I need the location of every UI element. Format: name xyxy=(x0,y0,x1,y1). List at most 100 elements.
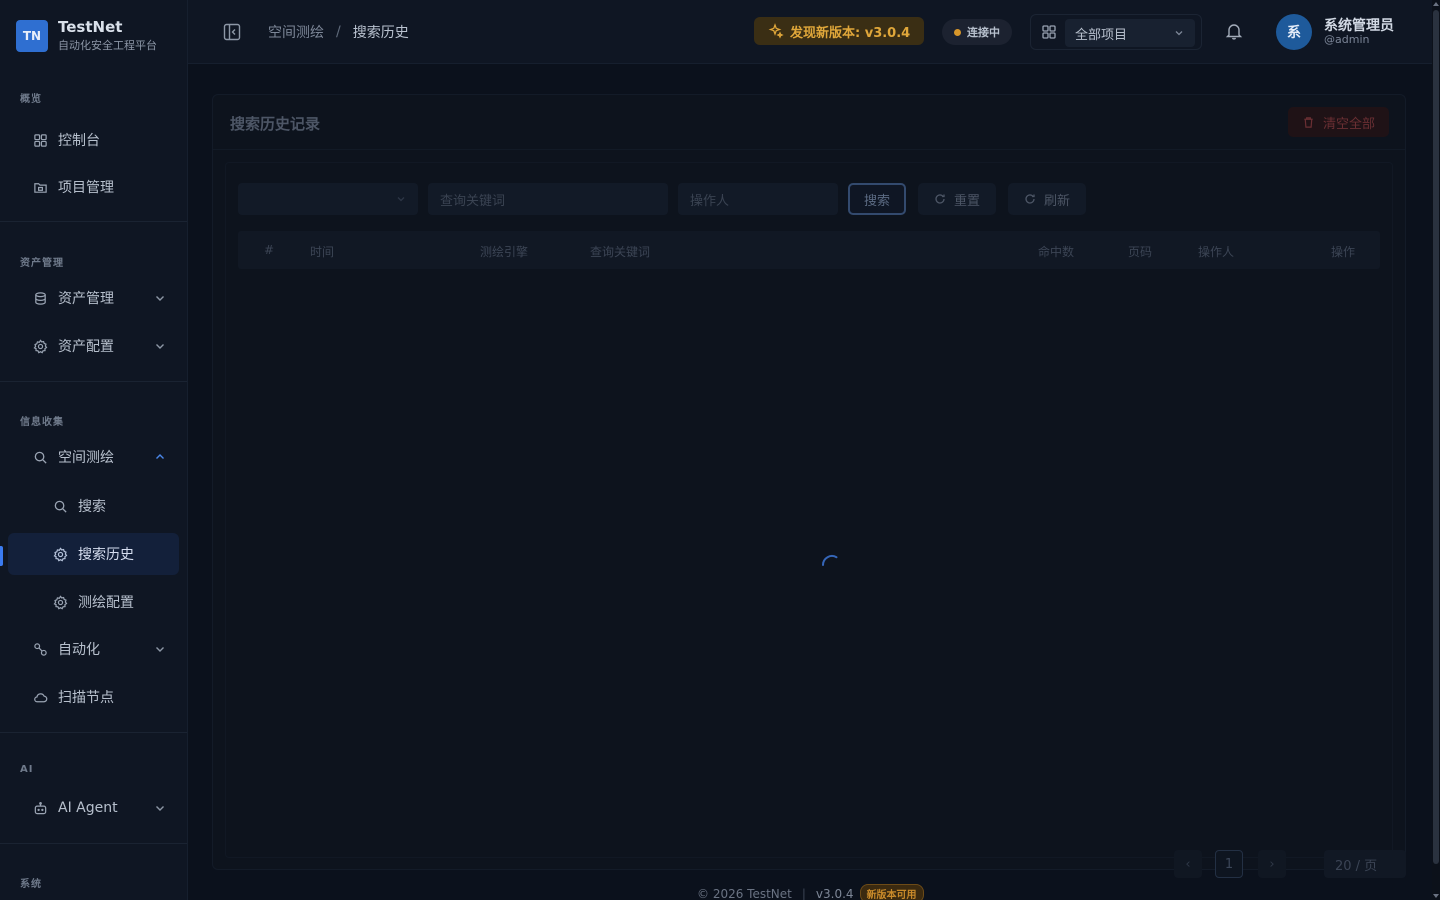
breadcrumb-separator: / xyxy=(336,24,341,40)
workflow-icon xyxy=(32,641,48,657)
column-header-actions: 操作 xyxy=(1331,245,1356,259)
new-version-badge[interactable]: 新版本可用 xyxy=(859,884,924,900)
sidebar-item-label: AI Agent xyxy=(58,800,118,816)
sidebar-item-label: 搜索历史 xyxy=(78,547,134,563)
avatar[interactable]: 系 xyxy=(1276,14,1312,50)
scrollbar-thumb[interactable] xyxy=(1433,10,1439,864)
sidebar-item-asset-config[interactable]: 资产配置 xyxy=(8,325,179,367)
breadcrumb-item-mapping[interactable]: 空间测绘 xyxy=(268,22,324,42)
scroll-down-arrow-icon[interactable] xyxy=(1433,894,1439,898)
sidebar-item-label: 资产管理 xyxy=(58,291,114,307)
version-text: v3.0.4 xyxy=(815,886,854,900)
sidebar-item-label: 项目管理 xyxy=(58,180,114,196)
sidebar-item-mapping-config[interactable]: 测绘配置 xyxy=(8,581,179,623)
column-header-operator: 操作人 xyxy=(1198,245,1235,259)
keyword-input[interactable]: 查询关键词 xyxy=(428,183,668,215)
column-header-index: # xyxy=(264,243,275,257)
refresh-icon xyxy=(935,194,945,204)
sidebar-item-dashboard[interactable]: 控制台 xyxy=(8,119,179,161)
search-button-label: 搜索 xyxy=(863,193,890,209)
sidebar-item-automation[interactable]: 自动化 xyxy=(8,628,179,670)
section-title-overview: 概览 xyxy=(20,94,42,105)
page-size-select[interactable]: 20 / 页 xyxy=(1324,850,1406,878)
refresh-button-label: 刷新 xyxy=(1043,193,1070,209)
page-size-value: 20 / 页 xyxy=(1335,858,1378,874)
breadcrumb: 空间测绘 / 搜索历史 xyxy=(268,22,409,42)
column-header-engine: 测绘引擎 xyxy=(480,245,529,259)
gear-icon xyxy=(52,546,68,562)
search-button[interactable]: 搜索 xyxy=(848,183,906,215)
main-content: 搜索历史记录 清空全部 查询关键词 操作人 搜索 重置 刷新 # 时间 测绘引擎… xyxy=(188,64,1432,900)
footer-separator: | xyxy=(801,886,806,900)
gear-icon xyxy=(52,594,68,610)
sidebar-item-label: 自动化 xyxy=(58,642,100,658)
update-available-badge[interactable]: 发现新版本: v3.0.4 xyxy=(754,17,925,45)
clear-all-button[interactable]: 清空全部 xyxy=(1287,107,1389,137)
column-header-page: 页码 xyxy=(1128,245,1153,259)
reset-button[interactable]: 重置 xyxy=(918,183,996,215)
top-header: 空间测绘 / 搜索历史 发现新版本: v3.0.4 连接中 全部项目 系 系统管… xyxy=(188,0,1432,64)
refresh-button[interactable]: 刷新 xyxy=(1008,183,1086,215)
sidebar-divider xyxy=(0,221,187,222)
sidebar-item-ai-agent[interactable]: AI Agent xyxy=(8,787,179,829)
column-header-keyword: 查询关键词 xyxy=(590,245,651,259)
user-name[interactable]: 系统管理员 xyxy=(1324,15,1394,35)
search-icon xyxy=(32,449,48,465)
page-scrollbar[interactable] xyxy=(1432,0,1440,900)
user-handle: @admin xyxy=(1324,33,1370,46)
chevron-down-icon xyxy=(156,296,164,301)
trash-icon xyxy=(1304,116,1313,128)
sidebar-item-cyberspace-mapping[interactable]: 空间测绘 xyxy=(8,436,179,478)
footer: © 2026 TestNet | v3.0.4 新版本可用 xyxy=(697,884,924,900)
sidebar-item-scan-nodes[interactable]: 扫描节点 xyxy=(8,676,179,718)
bell-icon[interactable] xyxy=(1224,21,1244,41)
folder-icon xyxy=(32,179,48,195)
connection-status-badge: 连接中 xyxy=(942,19,1012,45)
copyright-text: © 2026 TestNet xyxy=(697,886,792,900)
page-title: 搜索历史记录 xyxy=(230,115,321,133)
project-select-value: 全部项目 xyxy=(1075,27,1128,43)
chevron-down-icon xyxy=(397,197,405,202)
update-badge-label: 发现新版本: v3.0.4 xyxy=(790,25,911,41)
chevron-down-icon xyxy=(156,647,164,652)
reset-button-label: 重置 xyxy=(953,193,980,209)
sidebar-item-projects[interactable]: 项目管理 xyxy=(8,166,179,208)
pagination-prev-button[interactable]: ‹ xyxy=(1174,850,1202,878)
chevron-down-icon xyxy=(156,806,164,811)
section-title-recon: 信息收集 xyxy=(20,417,64,428)
brand-subtitle: 自动化安全工程平台 xyxy=(58,39,157,52)
cloud-icon xyxy=(32,689,48,705)
engine-filter-select[interactable] xyxy=(238,183,418,215)
column-header-time: 时间 xyxy=(310,245,335,259)
section-title-assets: 资产管理 xyxy=(20,258,64,269)
brand[interactable]: TN TestNet 自动化安全工程平台 xyxy=(16,18,157,53)
sidebar-item-label: 扫描节点 xyxy=(58,690,114,706)
table-header: # 时间 测绘引擎 查询关键词 命中数 页码 操作人 操作 xyxy=(238,231,1380,269)
pagination-page-button[interactable]: 1 xyxy=(1215,850,1243,878)
sidebar-toggle-icon[interactable] xyxy=(222,22,242,42)
sidebar-item-asset-management[interactable]: 资产管理 xyxy=(8,277,179,319)
section-title-system: 系统 xyxy=(20,879,42,890)
search-history-card: 搜索历史记录 清空全部 查询关键词 操作人 搜索 重置 刷新 # 时间 测绘引擎… xyxy=(212,94,1406,878)
sidebar-item-label: 测绘配置 xyxy=(78,595,134,611)
pagination-next-button[interactable]: › xyxy=(1258,850,1286,878)
clear-all-label: 清空全部 xyxy=(1322,116,1375,132)
operator-input[interactable]: 操作人 xyxy=(678,183,838,215)
robot-icon xyxy=(32,800,48,816)
sidebar-item-search[interactable]: 搜索 xyxy=(8,485,179,527)
sidebar-item-label: 空间测绘 xyxy=(58,450,114,466)
sidebar-item-label: 控制台 xyxy=(58,133,100,149)
sparkle-icon xyxy=(768,23,784,39)
chevron-down-icon xyxy=(1175,31,1183,36)
sidebar-item-search-history[interactable]: 搜索历史 xyxy=(8,533,179,575)
sidebar: TN TestNet 自动化安全工程平台 概览 控制台 项目管理 资产管理 资产… xyxy=(0,0,188,900)
card-body: 查询关键词 操作人 搜索 重置 刷新 # 时间 测绘引擎 查询关键词 命中数 页… xyxy=(225,162,1393,858)
brand-name: TestNet xyxy=(58,18,123,36)
scroll-up-arrow-icon[interactable] xyxy=(1433,2,1439,6)
sidebar-item-label: 搜索 xyxy=(78,499,106,515)
chevron-up-icon xyxy=(156,454,164,459)
grid-icon xyxy=(1042,25,1056,39)
project-switcher: 全部项目 xyxy=(1030,14,1202,50)
project-select[interactable]: 全部项目 xyxy=(1065,19,1195,47)
sidebar-divider xyxy=(0,381,187,382)
